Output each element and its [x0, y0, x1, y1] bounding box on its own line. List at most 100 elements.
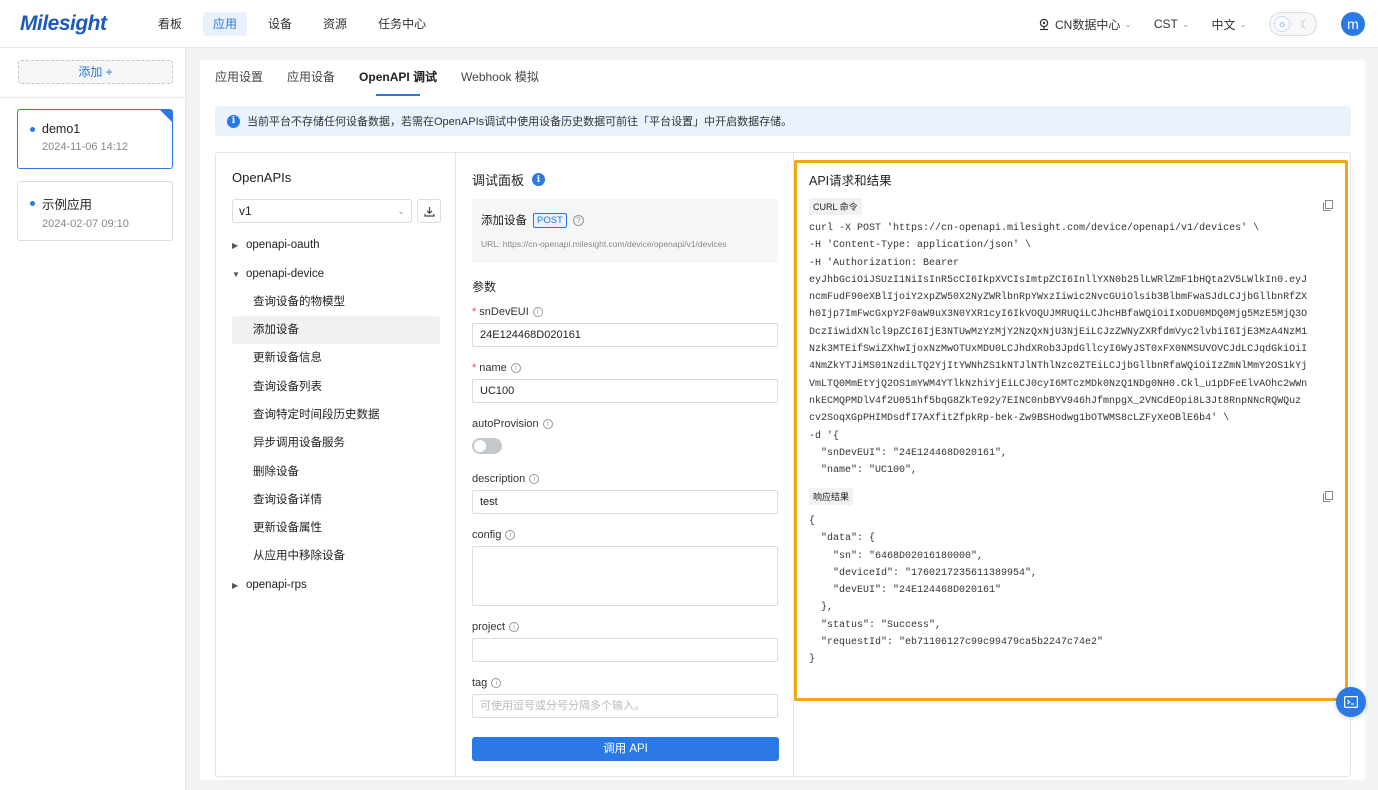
curl-command-code: curl -X POST 'https://cn-openapi.milesig…: [809, 220, 1307, 479]
theme-toggle[interactable]: ☼ ☾: [1269, 12, 1317, 36]
result-title: API请求和结果: [809, 174, 892, 188]
download-button[interactable]: [417, 199, 441, 223]
code-line: 4NmZkYTJiMS01NzdiLTQ2YjItYWNhZS1kNTJlNTh…: [809, 361, 1308, 373]
name-label: * name i: [472, 362, 521, 374]
region-label: CN数据中心: [1055, 17, 1121, 32]
tab-openapi-debug[interactable]: OpenAPI 调试: [359, 70, 437, 96]
moon-icon: ☾: [1300, 18, 1310, 31]
info-icon: i: [227, 114, 240, 128]
app-name: 示例应用: [30, 194, 172, 213]
main-panel: 应用设置 应用设备 OpenAPI 调试 Webhook 模拟 i 当前平台不存…: [200, 60, 1365, 780]
sndeveui-input[interactable]: 24E124468D020161: [472, 323, 778, 347]
project-label: project i: [472, 621, 520, 633]
status-dot: [30, 126, 35, 132]
result-panel: API请求和结果 CURL 命令 curl -X POST 'https://c…: [794, 153, 1350, 776]
selected-corner-marker: [160, 110, 172, 122]
help-icon[interactable]: i: [542, 419, 553, 429]
field-label-text: tag: [472, 677, 488, 689]
app-name: demo1: [30, 122, 172, 136]
config-textarea[interactable]: [472, 546, 778, 606]
project-input[interactable]: [472, 638, 778, 662]
tree-group-label: openapi-oauth: [246, 239, 320, 251]
help-icon[interactable]: i: [510, 363, 521, 373]
app-date: 2024-02-07 09:10: [42, 218, 129, 230]
tree-item-history-data[interactable]: 查询特定时间段历史数据: [232, 401, 440, 429]
nav-devices[interactable]: 设备: [258, 12, 302, 36]
field-label-text: project: [472, 621, 506, 633]
tree-item-remove-from-app[interactable]: 从应用中移除设备: [232, 542, 440, 570]
sndeveui-label: * snDevEUI i: [472, 306, 543, 318]
description-label: description i: [472, 473, 540, 485]
code-line: "devEUI": "24E124468D020161": [809, 585, 1002, 597]
avatar[interactable]: m: [1341, 12, 1365, 36]
language-selector[interactable]: 中文 ⌄: [1211, 16, 1247, 33]
response-badge: 响应结果: [809, 488, 854, 505]
copy-icon[interactable]: [1323, 200, 1333, 211]
code-line: }: [809, 654, 816, 666]
code-line: "data": {: [809, 533, 876, 545]
tree-group-oauth[interactable]: ▶ openapi-oauth: [232, 239, 320, 251]
response-json-code: { "data": { "sn": "6468D02016180000", "d…: [809, 513, 1103, 669]
sun-icon: ☼: [1274, 16, 1290, 32]
tab-app-settings[interactable]: 应用设置: [215, 70, 263, 96]
milesight-logo[interactable]: Milesight: [20, 10, 107, 38]
code-line: h0Ijp7ImFwcGxpY2F0aW9uX3N0YXR1cyI6IkVOQU…: [809, 309, 1308, 321]
code-line: "requestId": "eb71106127c99c99479ca5b224…: [809, 637, 1104, 649]
tree-group-device[interactable]: ▼ openapi-device: [232, 268, 324, 280]
api-name: 添加设备 POST ?: [481, 212, 584, 228]
timezone-label: CST: [1153, 17, 1178, 31]
call-api-button[interactable]: 调用 API: [472, 737, 779, 761]
tab-app-devices[interactable]: 应用设备: [287, 70, 335, 96]
tree-item-update-properties[interactable]: 更新设备属性: [232, 514, 440, 542]
tree-item-add-device[interactable]: 添加设备: [232, 316, 440, 344]
api-summary-card: 添加设备 POST ? URL: https://cn-openapi.mile…: [472, 199, 778, 263]
add-app-button[interactable]: 添加 +: [18, 60, 173, 84]
tree-group-rps[interactable]: ▶ openapi-rps: [232, 579, 307, 591]
name-input[interactable]: UC100: [472, 379, 778, 403]
nav-dashboard[interactable]: 看板: [148, 12, 192, 36]
api-url: URL: https://cn-openapi.milesight.com/de…: [481, 239, 727, 249]
api-name-text: 添加设备: [481, 215, 527, 227]
nav-task-center[interactable]: 任务中心: [368, 12, 436, 36]
tab-webhook-simulate[interactable]: Webhook 模拟: [461, 70, 539, 96]
code-line: -H 'Authorization: Bearer: [809, 257, 960, 269]
help-icon[interactable]: ?: [572, 214, 584, 226]
app-card-demo1[interactable]: demo1 2024-11-06 14:12: [17, 109, 173, 169]
app-tabs: 应用设置 应用设备 OpenAPI 调试 Webhook 模拟: [215, 70, 563, 96]
help-icon[interactable]: i: [509, 622, 520, 632]
nav-resources[interactable]: 资源: [313, 12, 357, 36]
code-line: eyJhbGciOiJSUzI1NiIsInR5cCI6IkpXVCIsImtp…: [809, 274, 1308, 286]
timezone-selector[interactable]: CST ⌄: [1154, 17, 1190, 31]
top-right-controls: CN数据中心 ⌄ CST ⌄ 中文 ⌄ ☼ ☾ m: [1038, 12, 1378, 36]
tree-item-async-service[interactable]: 异步调用设备服务: [232, 429, 440, 457]
caret-right-icon: ▶: [232, 580, 239, 590]
nav-applications[interactable]: 应用: [203, 12, 248, 36]
autoprovision-toggle[interactable]: [472, 438, 502, 454]
tree-item-device-detail[interactable]: 查询设备详情: [232, 486, 440, 514]
debug-panel-title: 调试面板 i: [472, 170, 546, 189]
help-icon[interactable]: i: [532, 307, 543, 317]
help-icon[interactable]: i: [491, 678, 502, 688]
floating-action-button[interactable]: [1336, 687, 1366, 717]
app-card-example[interactable]: 示例应用 2024-02-07 09:10: [17, 181, 173, 241]
tree-item-delete-device[interactable]: 删除设备: [232, 458, 440, 486]
version-select[interactable]: v1 ⌄: [232, 199, 412, 223]
copy-icon[interactable]: [1323, 491, 1333, 502]
info-icon[interactable]: i: [532, 173, 546, 186]
code-line: curl -X POST 'https://cn-openapi.milesig…: [809, 223, 1260, 234]
tree-item-thing-model[interactable]: 查询设备的物模型: [232, 288, 440, 316]
help-icon[interactable]: i: [529, 474, 540, 484]
help-icon[interactable]: i: [505, 530, 516, 540]
code-line: ncmFudF90eXBlIjoiY2xpZW50X2NyZWRlbnRpYWx…: [809, 292, 1308, 304]
required-mark: *: [472, 362, 477, 374]
tree-group-label: openapi-rps: [246, 579, 307, 591]
code-line: DczIiwidXNlcl9pZCI6IjE3NTUwMzYzMjY2NzQxN…: [809, 326, 1308, 338]
description-input[interactable]: test: [472, 490, 778, 514]
tag-input[interactable]: 可使用逗号或分号分隔多个输入。: [472, 694, 778, 718]
autoprovision-label: autoProvision i: [472, 418, 553, 430]
tree-item-device-list[interactable]: 查询设备列表: [232, 373, 440, 401]
status-dot: [30, 201, 35, 206]
console-icon: [1344, 696, 1358, 708]
tree-item-update-device[interactable]: 更新设备信息: [232, 344, 440, 372]
region-selector[interactable]: CN数据中心 ⌄: [1038, 16, 1132, 33]
